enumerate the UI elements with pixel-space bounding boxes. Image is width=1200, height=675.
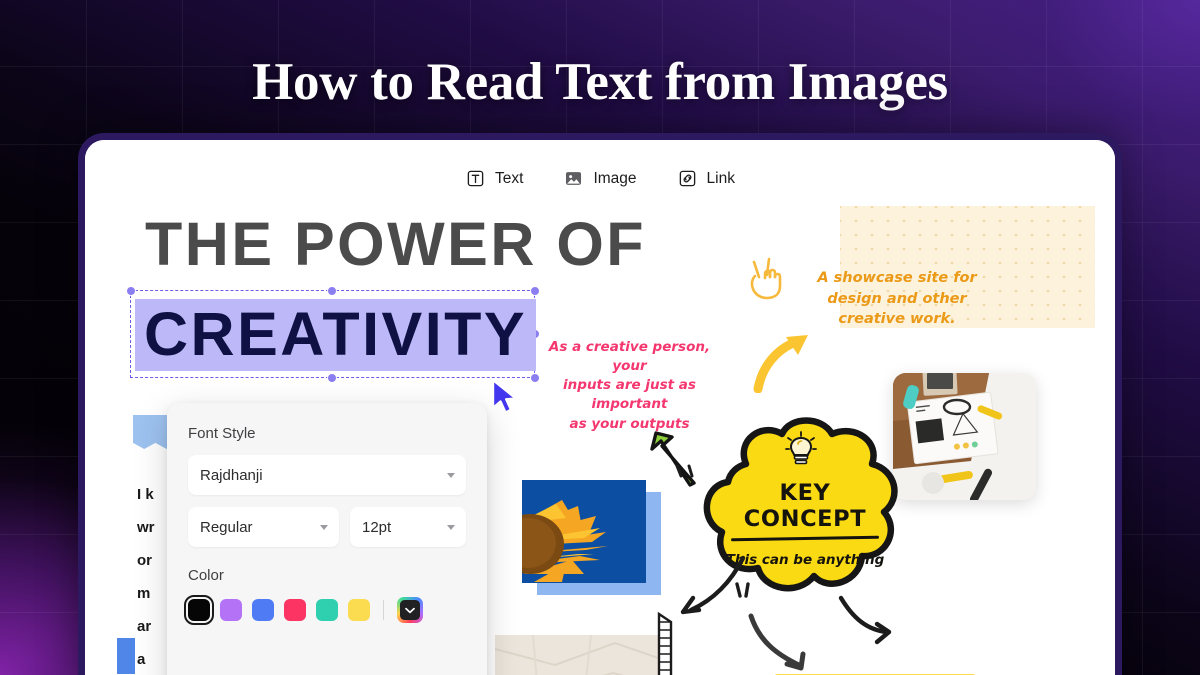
crumpled-paper-note: [495, 635, 667, 675]
color-swatch-row: [183, 594, 466, 626]
doodle-quote-marks: [673, 462, 699, 489]
orange-handwritten-note: A showcase site for design and other cre…: [817, 270, 977, 328]
tool-image-label: Image: [593, 169, 637, 187]
app-window-frame: Text Image Link THE POWER OF CREATIVITY …: [78, 133, 1122, 675]
cloud-heading-underline: [730, 535, 880, 542]
blue-tab-marker: [117, 638, 135, 674]
color-swatch-purple[interactable]: [220, 599, 242, 621]
headline-line-1: THE POWER OF: [145, 210, 647, 278]
page-title: How to Read Text from Images: [252, 53, 948, 111]
more-colors-button[interactable]: [397, 597, 423, 623]
tool-text[interactable]: Text: [465, 168, 523, 189]
color-swatch-yellow[interactable]: [348, 599, 370, 621]
canvas-toolbar: Text Image Link: [85, 168, 1115, 189]
mouse-cursor-icon: [489, 377, 523, 417]
yellow-curved-arrow-icon: [750, 315, 818, 398]
tool-image[interactable]: Image: [563, 168, 637, 189]
font-family-select[interactable]: Rajdhanji: [188, 455, 466, 495]
font-style-title: Font Style: [188, 425, 256, 442]
doodle-arrow-down-icon: [745, 610, 829, 675]
font-family-value: Rajdhanji: [200, 466, 263, 484]
link-icon: [677, 168, 698, 189]
selection-handle-tl[interactable]: [125, 285, 136, 296]
headline-line-2: CREATIVITY: [135, 299, 537, 372]
color-swatch-blue[interactable]: [252, 599, 274, 621]
design-canvas[interactable]: Text Image Link THE POWER OF CREATIVITY …: [85, 140, 1115, 675]
selection-handle-tc[interactable]: [327, 285, 337, 296]
doodle-arrow-right-icon: [835, 592, 915, 655]
peace-hand-icon: [745, 250, 791, 307]
color-swatch-teal[interactable]: [316, 599, 338, 621]
font-weight-value: Regular: [200, 518, 253, 536]
text-box-icon: [465, 168, 486, 189]
headline-block[interactable]: THE POWER OF CREATIVITY: [125, 210, 647, 383]
color-swatch-black[interactable]: [183, 594, 215, 626]
font-size-value: 12pt: [361, 518, 392, 536]
chevron-down-icon: [319, 525, 328, 530]
doodle-tick-marks: [733, 580, 755, 607]
image-icon: [563, 168, 584, 189]
selection-handle-bc[interactable]: [327, 372, 337, 383]
chevron-down-icon: [447, 473, 455, 478]
chevron-down-icon: [447, 525, 455, 530]
selection-handle-tr[interactable]: [529, 285, 540, 296]
font-weight-select[interactable]: Regular: [188, 507, 339, 547]
chevron-down-icon: [400, 600, 420, 620]
color-section-label: Color: [188, 567, 224, 584]
color-swatch-pink[interactable]: [284, 599, 306, 621]
swatch-divider: [383, 600, 384, 620]
tool-text-label: Text: [495, 169, 524, 187]
cloud-heading: KEY CONCEPT: [743, 480, 867, 532]
font-style-panel[interactable]: Font Style Rajdhanji Regular 12pt Color: [167, 403, 487, 675]
font-size-select[interactable]: 12pt: [349, 507, 466, 547]
tool-link-label: Link: [706, 169, 735, 187]
tool-link[interactable]: Link: [677, 168, 735, 189]
lightbulb-icon: [784, 430, 818, 475]
sunflower-photo: [522, 480, 646, 583]
